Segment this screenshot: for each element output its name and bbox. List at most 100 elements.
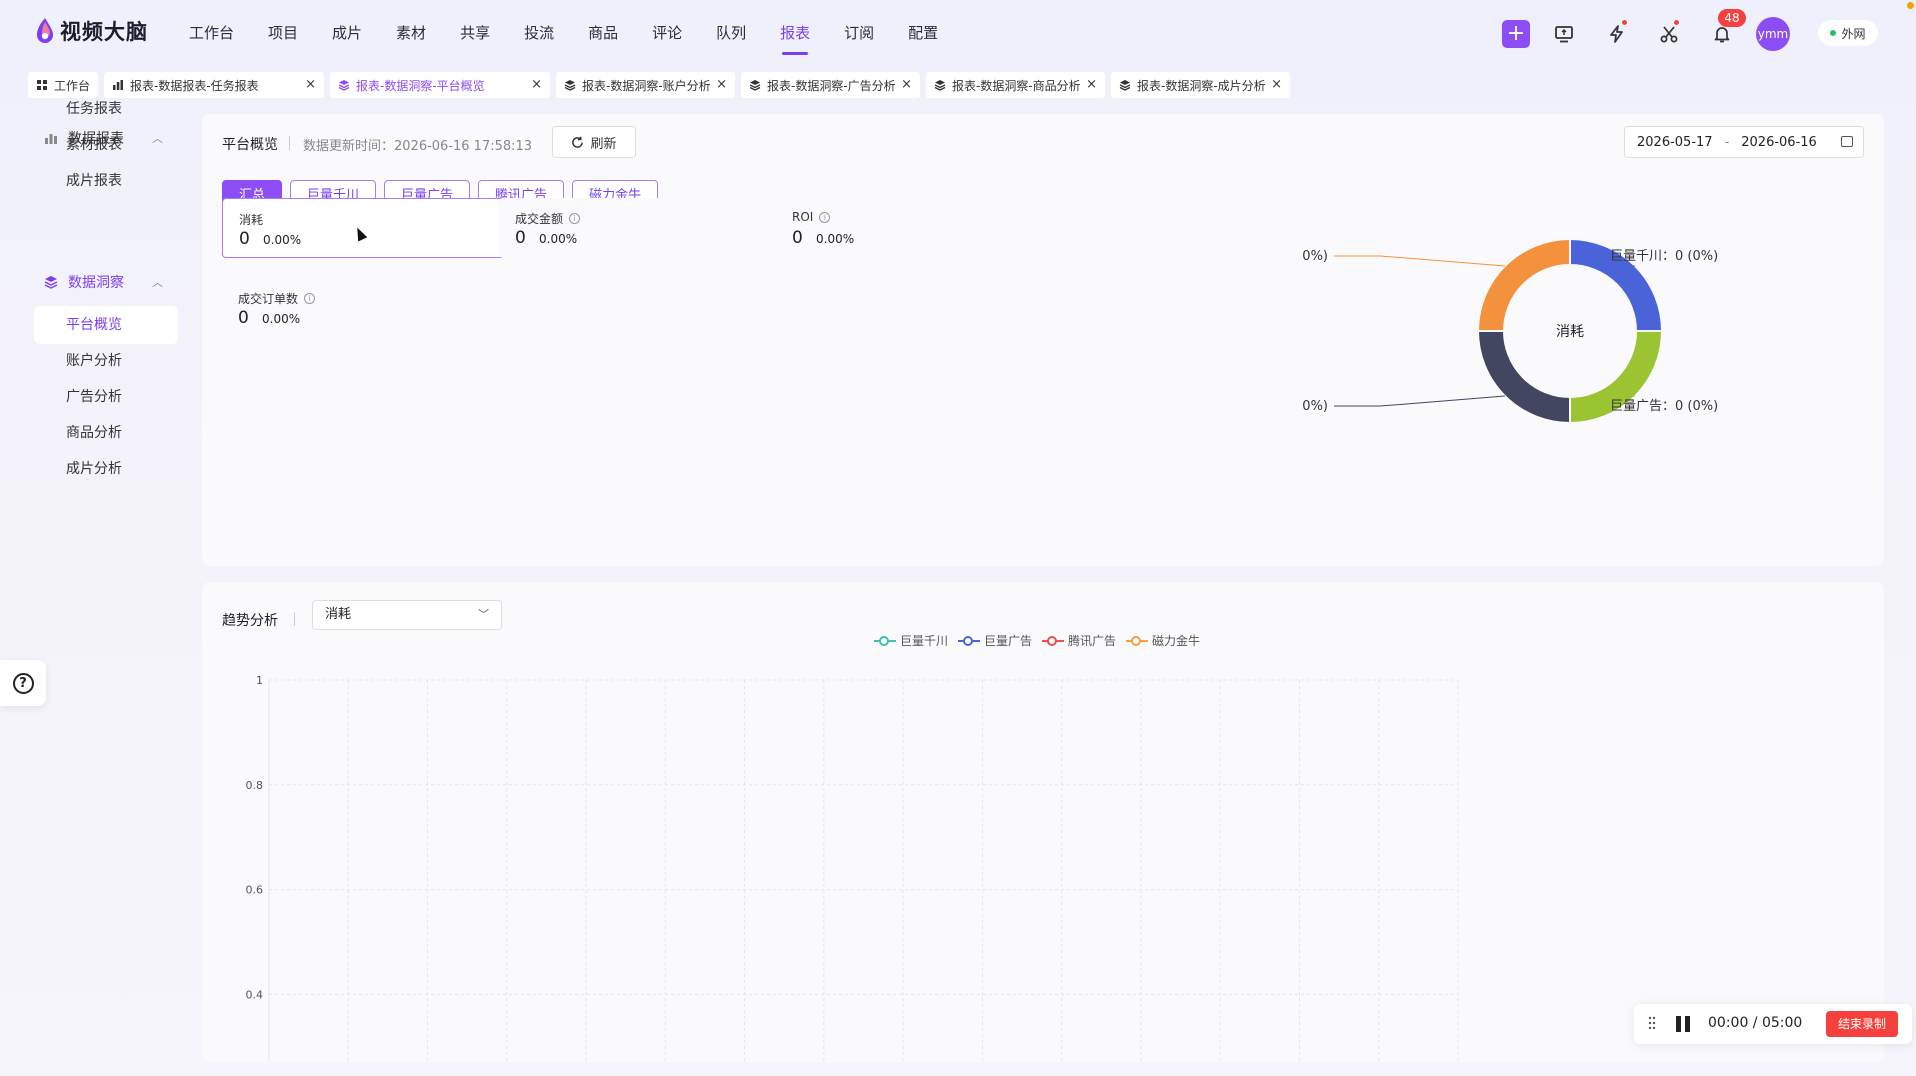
notification-count-badge: 48 (1718, 9, 1746, 27)
y-tick-label: 0.8 (246, 779, 264, 792)
sidebar-item-platform-overview[interactable]: 平台概览 (34, 306, 178, 344)
lightning-button[interactable] (1603, 19, 1631, 48)
donut-svg: 巨量千川：0 (0%) 巨量广告：0 (0%) 腾讯广告：0 (0%) 磁力金牛：0 … (1220, 237, 1718, 425)
metric-value: 0 (239, 229, 250, 249)
spend-share-donut-chart: 巨量千川：0 (0%) 巨量广告：0 (0%) 腾讯广告：0 (0%) 磁力金牛：0 … (1220, 174, 1802, 434)
nav-item-projects[interactable]: 项目 (268, 0, 298, 66)
close-icon[interactable]: × (305, 77, 316, 92)
tab-label: 报表-数据洞察-平台概览 (356, 78, 485, 93)
notification-dot (1673, 19, 1680, 26)
close-icon[interactable]: × (1086, 77, 1097, 92)
nav-item-products[interactable]: 商品 (588, 0, 618, 66)
close-icon[interactable]: × (716, 77, 727, 92)
calendar-icon (1841, 136, 1853, 147)
donut-slice-label: 巨量广告：0 (0%) (1610, 399, 1718, 414)
page-tab-account-analysis[interactable]: 报表-数据洞察-账户分析 × (556, 72, 735, 98)
stop-recording-button[interactable]: 结束录制 (1826, 1011, 1898, 1037)
donut-leader-line (1334, 255, 1505, 267)
nav-item-reports[interactable]: 报表 (780, 0, 810, 66)
top-bar: 视频大脑 工作台 项目 成片 素材 共享 投流 商品 评论 队列 报表 订阅 配… (0, 0, 1916, 66)
metric-value: 0 (515, 228, 526, 248)
metric-label-wrap: 成交订单数 i (238, 290, 316, 307)
nav-item-shared[interactable]: 共享 (460, 0, 490, 66)
metric-change: 0.00% (539, 232, 578, 246)
page-tab-bar: 工作台 报表-数据报表-任务报表 × 报表-数据洞察-平台概览 × 报表-数据洞… (28, 72, 1296, 98)
page-tab-video-analysis[interactable]: 报表-数据洞察-成片分析 × (1111, 72, 1290, 98)
page-tab-product-analysis[interactable]: 报表-数据洞察-商品分析 × (926, 72, 1105, 98)
sidebar-group-label: 数据洞察 (68, 275, 124, 291)
page-tab-platform-overview[interactable]: 报表-数据洞察-平台概览 × (330, 72, 550, 98)
layers-icon (1119, 80, 1131, 91)
date-start[interactable]: 2026-05-17 (1637, 135, 1713, 150)
page-tab-ad-analysis[interactable]: 报表-数据洞察-广告分析 × (741, 72, 920, 98)
sidebar-item-task-report[interactable]: 任务报表 (34, 90, 178, 128)
screen-share-button[interactable] (1550, 20, 1578, 48)
nav-item-subscriptions[interactable]: 订阅 (844, 0, 874, 66)
sidebar-item-ad-analysis[interactable]: 广告分析 (34, 378, 178, 416)
page-title: 平台概览 (222, 137, 278, 153)
metric-change: 0.00% (263, 233, 302, 247)
donut-slice[interactable] (1476, 237, 1571, 332)
info-icon[interactable]: i (304, 293, 316, 304)
y-tick-label: 0.6 (246, 884, 264, 897)
drag-handle-icon[interactable] (1648, 1016, 1656, 1030)
create-button[interactable]: + (1502, 20, 1530, 48)
last-updated-text: 数据更新时间：2026-06-16 17:58:13 (303, 139, 533, 154)
donut-slice-label: 腾讯广告：0 (0%) (1302, 398, 1328, 414)
info-icon[interactable]: i (819, 211, 831, 223)
close-icon[interactable]: × (901, 77, 912, 92)
logo-icon (37, 18, 53, 43)
date-range-picker[interactable]: 2026-05-17 - 2026-06-16 (1624, 126, 1864, 158)
layers-icon (338, 80, 350, 91)
info-icon[interactable]: i (569, 213, 581, 224)
tab-label: 报表-数据洞察-商品分析 (952, 78, 1081, 93)
date-separator: - (1724, 134, 1730, 150)
app-logo[interactable]: 视频大脑 (34, 16, 148, 46)
sidebar-group-data-insights[interactable]: 数据洞察 ︿ (44, 268, 163, 296)
tab-label: 报表-数据洞察-成片分析 (1137, 78, 1266, 93)
status-dot-icon (1830, 30, 1837, 36)
refresh-button[interactable]: 刷新 (552, 126, 636, 158)
scissors-icon (1660, 26, 1678, 43)
close-icon[interactable]: × (531, 77, 542, 92)
metric-label: 消耗 (239, 213, 264, 227)
tab-label: 报表-数据洞察-广告分析 (767, 78, 896, 93)
app-title: 视频大脑 (60, 20, 148, 44)
sidebar-item-material-report[interactable]: 素材报表 (34, 126, 178, 164)
chevron-up-icon: ︿ (152, 276, 163, 289)
tab-label: 报表-数据洞察-账户分析 (582, 78, 711, 93)
nav-item-materials[interactable]: 素材 (396, 0, 426, 66)
platform-overview-card: 平台概览 数据更新时间：2026-06-16 17:58:13 刷新 2026-… (202, 114, 1884, 566)
nav-item-comments[interactable]: 评论 (652, 0, 682, 66)
user-avatar[interactable]: ymm (1756, 17, 1790, 51)
clip-button[interactable] (1655, 19, 1683, 48)
nav-item-queue[interactable]: 队列 (716, 0, 746, 66)
sidebar-item-account-analysis[interactable]: 账户分析 (34, 342, 178, 380)
metric-card-roi[interactable]: ROI i 0 0.00% (776, 198, 1099, 258)
nav-item-videos[interactable]: 成片 (332, 0, 362, 66)
metric-label: 成交金额 (515, 212, 564, 226)
metric-card-spend[interactable]: 消耗 0 0.00% (222, 198, 545, 258)
nav-item-ads[interactable]: 投流 (524, 0, 554, 66)
plus-icon: + (1506, 21, 1526, 46)
close-icon[interactable]: × (1271, 77, 1282, 92)
sidebar-item-video-analysis[interactable]: 成片分析 (34, 450, 178, 488)
metric-card-orders[interactable]: 成交订单数 i 0 0.00% (222, 278, 545, 338)
donut-center-label: 消耗 (1556, 324, 1584, 340)
sidebar-item-product-analysis[interactable]: 商品分析 (34, 414, 178, 452)
metric-label-wrap: 消耗 (239, 211, 263, 228)
donut-slice[interactable] (1476, 330, 1571, 425)
network-status[interactable]: 外网 (1818, 20, 1878, 46)
nav-item-workbench[interactable]: 工作台 (189, 0, 234, 66)
sidebar-item-video-report[interactable]: 成片报表 (34, 162, 178, 200)
date-end[interactable]: 2026-06-16 (1741, 135, 1817, 150)
metric-card-gmv[interactable]: 成交金额 i 0 0.00% (499, 198, 822, 258)
trend-analysis-card: 趋势分析 消耗 ﹀ 巨量千川 巨量广告 腾讯广告 磁力金牛 1 0.8 0.6 0.4… (202, 582, 1884, 1062)
metric-change: 0.00% (262, 312, 301, 326)
help-button[interactable]: ? (0, 660, 46, 706)
nav-item-settings[interactable]: 配置 (908, 0, 938, 66)
question-icon: ? (12, 672, 34, 694)
pause-icon[interactable] (1676, 1016, 1690, 1032)
y-tick-label: 1 (256, 674, 263, 687)
metric-value: 0 (238, 308, 249, 328)
